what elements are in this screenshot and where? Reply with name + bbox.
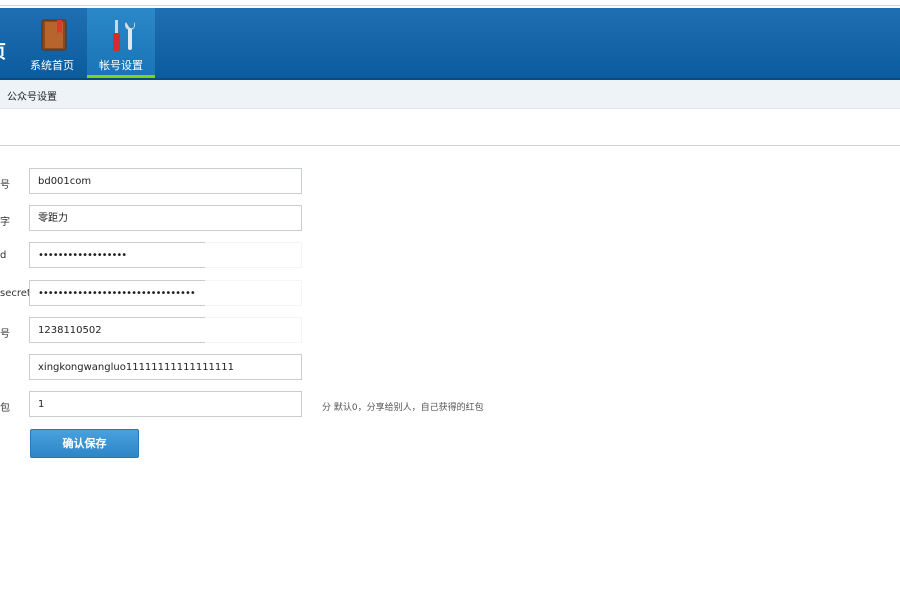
form-row-account: 号 bd001com bbox=[0, 168, 900, 196]
form-row-url: xingkongwangluo11111111111111111 bbox=[0, 354, 900, 382]
form-row-number: 号 1238110502 bbox=[0, 317, 900, 345]
nav-label-system-home: 系统首页 bbox=[30, 59, 74, 72]
url-input[interactable]: xingkongwangluo11111111111111111 bbox=[29, 354, 302, 380]
field-label-redpacket: 包 bbox=[0, 403, 10, 414]
top-header: 页 系统首页 帐号设置 bbox=[0, 8, 900, 80]
field-label-appsecret: secret bbox=[0, 288, 31, 299]
field-label-appid: d bbox=[0, 250, 7, 261]
name-input[interactable]: 零距力 bbox=[29, 205, 302, 231]
breadcrumb-current: 公众号设置 bbox=[7, 92, 57, 103]
image-artifact bbox=[205, 280, 575, 310]
image-artifact bbox=[205, 242, 315, 270]
save-button[interactable]: 确认保存 bbox=[30, 429, 139, 458]
redpacket-input[interactable]: 1 bbox=[29, 391, 302, 417]
account-input[interactable]: bd001com bbox=[29, 168, 302, 194]
field-label-name: 字 bbox=[0, 217, 10, 228]
section-divider bbox=[0, 145, 900, 146]
breadcrumb: 公众号设置 bbox=[0, 80, 900, 109]
image-artifact bbox=[205, 317, 315, 347]
form-row-redpacket: 包 1 分 默认0，分享给别人，自己获得的红包 bbox=[0, 391, 900, 419]
header-title-fragment: 页 bbox=[0, 38, 6, 64]
nav-label-account-settings: 帐号设置 bbox=[99, 59, 143, 72]
tools-icon bbox=[113, 20, 135, 51]
nav-item-system-home[interactable]: 系统首页 bbox=[18, 8, 86, 78]
book-icon bbox=[41, 19, 67, 51]
field-label-number: 号 bbox=[0, 329, 10, 340]
form-row-appid: d •••••••••••••••••• bbox=[0, 242, 900, 270]
field-label-account: 号 bbox=[0, 180, 10, 191]
nav-item-account-settings[interactable]: 帐号设置 bbox=[87, 8, 155, 78]
form-row-name: 字 零距力 bbox=[0, 205, 900, 233]
redpacket-hint: 分 默认0，分享给别人，自己获得的红包 bbox=[322, 403, 484, 413]
top-window-strip bbox=[0, 0, 900, 6]
